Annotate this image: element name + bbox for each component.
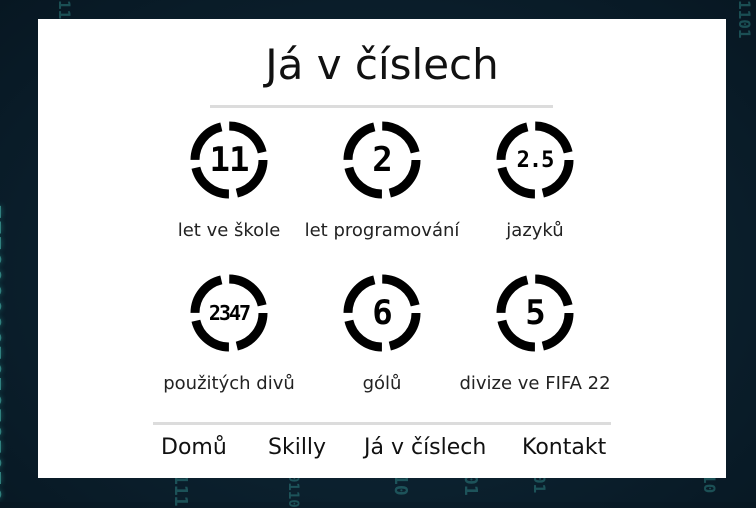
stat-label: jazyků [506, 220, 564, 241]
stat-ring: 2.5 [495, 120, 575, 200]
binary-background-column: 1101 [735, 0, 754, 39]
stats-card: Já v číslech 11 let ve škole 2 let progr… [38, 19, 726, 478]
stat-ring: 6 [342, 273, 422, 353]
stat-fifa-division: 5 divize ve FIFA 22 [445, 273, 625, 394]
stat-ring: 2 [342, 120, 422, 200]
nav-divider [153, 422, 611, 425]
nav-link-home[interactable]: Domů [161, 435, 227, 460]
stat-ring: 5 [495, 273, 575, 353]
binary-background-column: 0110 [285, 474, 301, 508]
binary-background-left: 0101010101000000111 [0, 204, 8, 502]
stat-value: 2 [372, 140, 392, 180]
stat-ring: 11 [189, 120, 269, 200]
nav-link-numbers[interactable]: Já v číslech [364, 435, 486, 460]
footer-nav: Domů Skilly Já v číslech Kontakt [38, 435, 726, 469]
page-title: Já v číslech [265, 40, 499, 89]
stat-ring: 2347 [189, 273, 269, 353]
nav-link-skills[interactable]: Skilly [268, 435, 326, 460]
stat-value: 5 [525, 293, 545, 333]
title-divider [210, 105, 553, 108]
stat-value: 11 [209, 140, 250, 180]
stat-label: divize ve FIFA 22 [459, 373, 611, 394]
nav-link-contact[interactable]: Kontakt [522, 435, 606, 460]
stat-languages: 2.5 jazyků [445, 120, 625, 241]
stat-value: 2347 [208, 301, 251, 325]
stat-value: 2.5 [516, 147, 555, 173]
stat-value: 6 [372, 293, 392, 333]
